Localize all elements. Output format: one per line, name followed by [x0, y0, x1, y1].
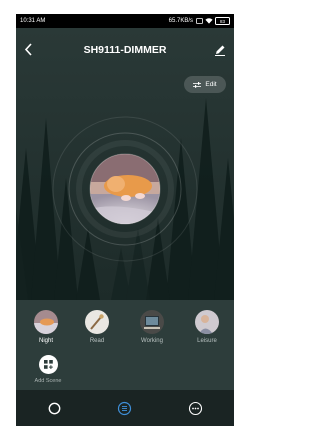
header: SH9111-DIMMER	[16, 40, 234, 62]
scene-label: Read	[89, 338, 105, 344]
pencil-icon[interactable]	[214, 43, 226, 56]
scene-leisure[interactable]: Leisure	[184, 310, 230, 344]
status-right: 65.7KB/s 83	[169, 17, 230, 25]
device-title: SH9111-DIMMER	[83, 44, 167, 56]
list-icon[interactable]	[117, 401, 132, 416]
sliders-icon	[193, 81, 202, 88]
add-grid-icon	[38, 355, 58, 374]
scene-label: Working	[141, 338, 163, 344]
edit-button-label: Edit	[205, 81, 217, 88]
scene-panel: Night Read Working Leisure Add Scene	[16, 300, 234, 390]
add-scene-button[interactable]: Add Scene	[28, 355, 68, 384]
edit-button[interactable]: Edit	[184, 76, 226, 93]
scene-label: Night	[38, 338, 53, 344]
brightness-dial[interactable]	[16, 114, 234, 264]
network-speed: 65.7KB/s	[168, 18, 193, 24]
scene-label: Leisure	[197, 338, 217, 344]
status-bar: 10:31 AM 65.7KB/s 83	[16, 14, 234, 28]
status-icons: 83	[196, 17, 230, 25]
scene-read-thumbnail	[85, 310, 109, 334]
scene-read[interactable]: Read	[74, 310, 120, 344]
wifi-icon	[205, 18, 213, 24]
more-icon[interactable]	[188, 401, 203, 416]
sim-icon	[196, 18, 203, 24]
phone-screen: 10:31 AM 65.7KB/s 83 SH9111-DIMMER Edit …	[16, 14, 234, 426]
power-icon[interactable]	[47, 401, 62, 416]
scene-night-thumbnail	[34, 310, 58, 334]
add-scene-label: Add Scene	[34, 378, 62, 384]
scene-working[interactable]: Working	[129, 310, 175, 344]
scene-working-thumbnail	[140, 310, 164, 334]
bottom-nav	[16, 390, 234, 426]
scene-leisure-thumbnail	[195, 310, 219, 334]
battery-icon: 83	[215, 17, 230, 25]
status-time: 10:31 AM	[20, 18, 46, 24]
scene-night[interactable]: Night	[23, 310, 69, 344]
